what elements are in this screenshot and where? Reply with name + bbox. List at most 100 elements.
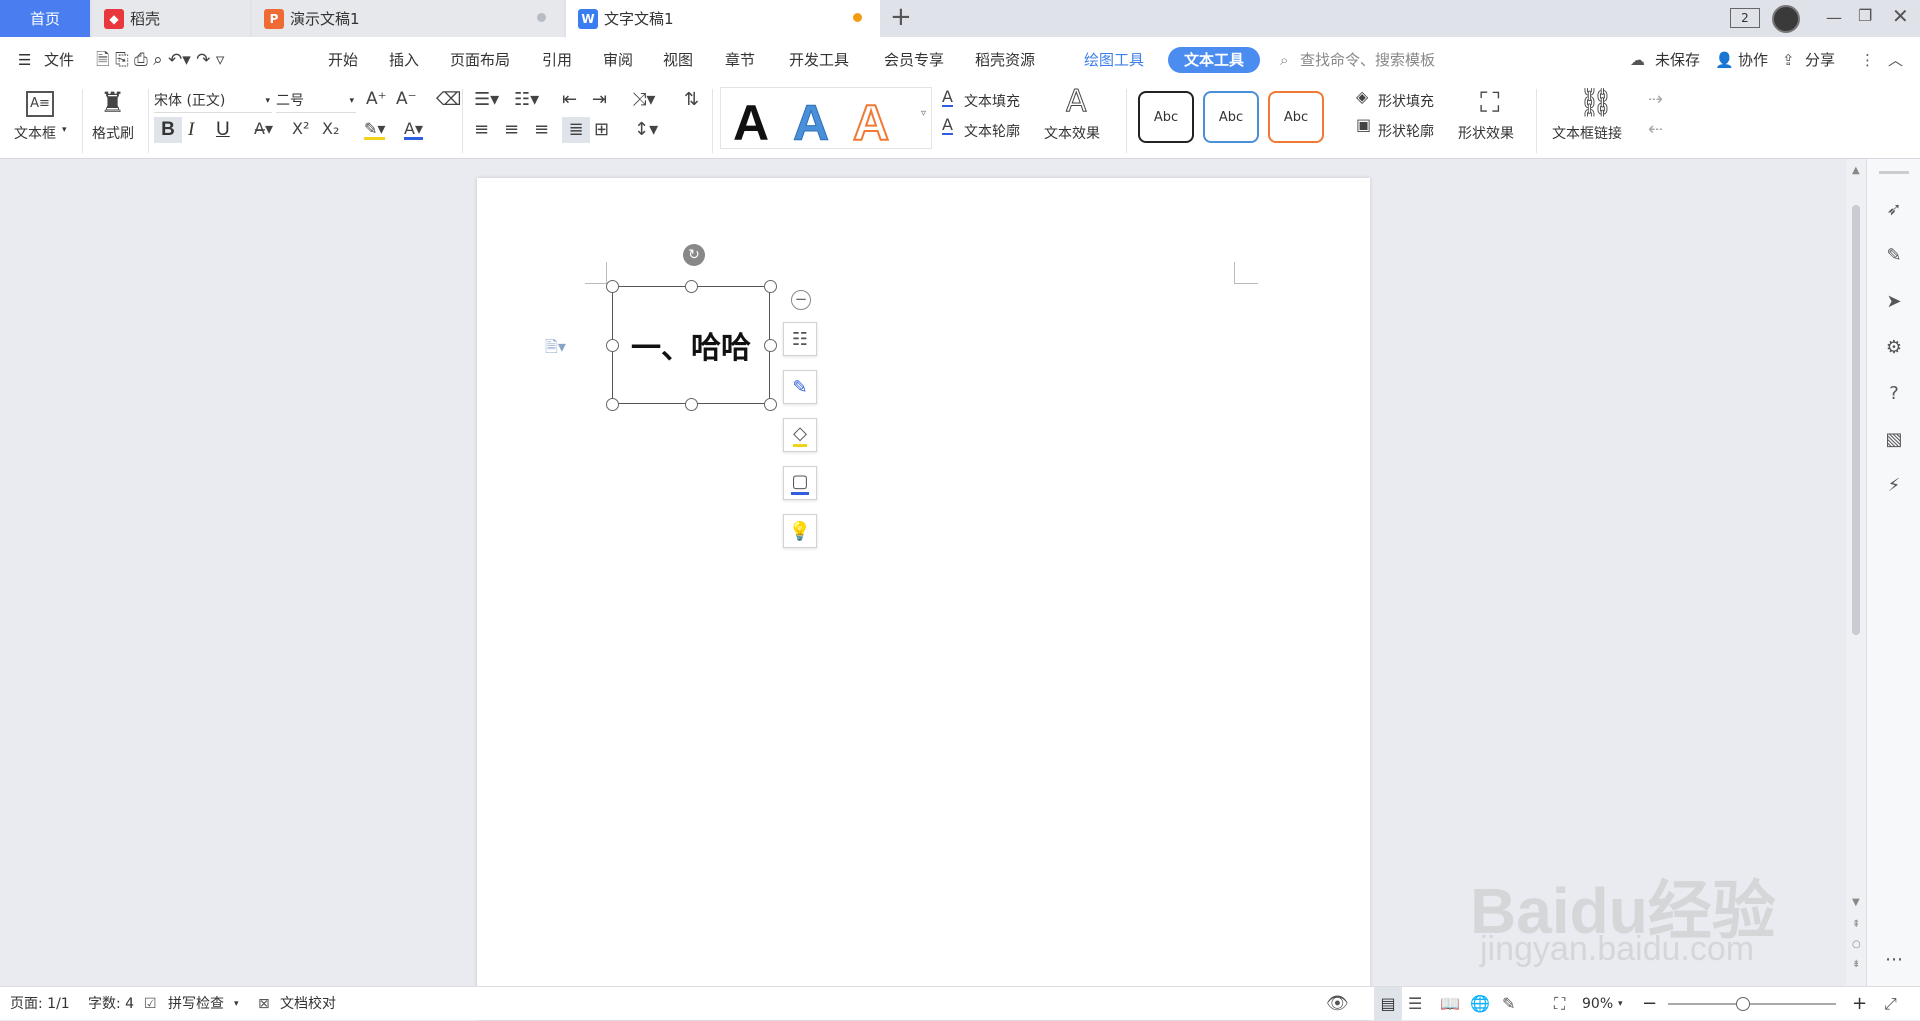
justify-icon[interactable]: ≣	[562, 117, 590, 143]
tab-daoke[interactable]: ◆ 稻壳	[92, 0, 250, 37]
unsaved-button[interactable]: 未保存	[1655, 37, 1700, 83]
menu-member[interactable]: 会员专享	[884, 37, 944, 83]
help-icon[interactable]: ?	[1883, 383, 1905, 405]
shape-outline-icon[interactable]: ▣	[1356, 117, 1371, 133]
menu-view[interactable]: 视图	[663, 37, 693, 83]
menu-layout[interactable]: 页面布局	[450, 37, 510, 83]
menu-file[interactable]: 文件	[44, 37, 74, 83]
shape-outline-button[interactable]: 形状轮廓	[1378, 121, 1434, 141]
close-icon[interactable]: ✕	[1892, 4, 1909, 28]
resize-handle[interactable]	[764, 280, 777, 293]
sort-icon[interactable]: ⇅	[684, 91, 699, 109]
align-center-icon[interactable]: ≡	[504, 121, 519, 139]
italic-button[interactable]: I	[188, 117, 208, 143]
chevron-down-icon[interactable]: ▾	[62, 125, 67, 135]
collapse-toolbar-icon[interactable]: −	[791, 290, 811, 310]
spell-check-button[interactable]: 拼写检查	[168, 987, 224, 1021]
cursor-icon[interactable]: ➤	[1883, 291, 1905, 313]
prev-page-icon[interactable]: ⇞	[1852, 919, 1860, 930]
page-view-icon[interactable]: ▤	[1374, 987, 1402, 1021]
reading-view-icon[interactable]: 📖	[1440, 987, 1460, 1021]
text-outline-icon[interactable]: A	[942, 117, 953, 135]
chevron-down-icon[interactable]: ▾	[1618, 987, 1623, 1021]
resize-handle[interactable]	[764, 398, 777, 411]
flash-icon[interactable]: ⚡	[1883, 475, 1905, 497]
menu-text-tools[interactable]: 文本工具	[1168, 47, 1260, 73]
outline-view-icon[interactable]: ☰	[1408, 987, 1422, 1021]
font-size-select[interactable]: 二号 ▾	[276, 89, 356, 113]
smart-button[interactable]: 💡	[783, 514, 817, 548]
eye-icon[interactable]: 👁	[1326, 987, 1349, 1021]
quick-access-icons[interactable]: 🗎 ⎘ ⎙ ⌕ ↶▾ ↷ ▿	[96, 37, 224, 83]
zoom-level[interactable]: 90%	[1582, 987, 1613, 1021]
hamburger-icon[interactable]: ☰	[18, 37, 31, 83]
page-indicator[interactable]: 页面: 1/1	[10, 987, 70, 1021]
bold-button[interactable]: B	[154, 117, 182, 143]
next-link-icon[interactable]: ⇢	[1648, 91, 1663, 109]
resize-handle[interactable]	[606, 398, 619, 411]
collaborate-button[interactable]: 协作	[1738, 37, 1768, 83]
clear-format-icon[interactable]: ⌫	[436, 91, 461, 109]
text-style-orange[interactable]: A	[852, 94, 890, 152]
underline-button[interactable]: U	[216, 117, 236, 143]
menu-review[interactable]: 审阅	[603, 37, 633, 83]
resize-handle[interactable]	[606, 339, 619, 352]
pen-icon[interactable]: ✎	[1883, 245, 1905, 267]
menu-devtools[interactable]: 开发工具	[789, 37, 849, 83]
decrease-indent-icon[interactable]: ⇤	[562, 91, 577, 109]
numbered-list-icon[interactable]: ☷▾	[514, 91, 539, 109]
vertical-scrollbar[interactable]: ▲ ▼ ⇞ ○ ⇟	[1846, 159, 1866, 986]
more-icon[interactable]: ⋮	[1860, 37, 1875, 83]
text-effect-button[interactable]: 文本效果	[1044, 123, 1100, 143]
prev-link-icon[interactable]: ⇠	[1648, 121, 1663, 139]
select-browse-icon[interactable]: ○	[1852, 939, 1861, 950]
bullet-list-icon[interactable]: ☰▾	[474, 91, 499, 109]
subscript-icon[interactable]: X₂	[322, 121, 339, 137]
tab-document[interactable]: W 文字文稿1	[566, 0, 880, 37]
superscript-icon[interactable]: X²	[292, 121, 309, 137]
outline-button[interactable]: ▢	[783, 466, 817, 500]
strikethrough-icon[interactable]: A̶▾	[254, 121, 273, 137]
text-fill-button[interactable]: 文本填充	[964, 91, 1020, 111]
textbox-icon[interactable]: A≡	[26, 91, 54, 117]
new-tab-button[interactable]: +	[890, 2, 912, 32]
scroll-up-icon[interactable]: ▲	[1852, 165, 1860, 176]
rocket-icon[interactable]: ➶	[1883, 199, 1905, 221]
resize-handle[interactable]	[606, 280, 619, 293]
line-spacing-icon[interactable]: ↕▾	[634, 121, 658, 139]
chevron-down-icon[interactable]: ▾	[234, 987, 239, 1021]
menu-drawing-tools[interactable]: 绘图工具	[1084, 37, 1144, 83]
gallery-more-icon[interactable]: ▿	[921, 108, 926, 119]
textbox-shape[interactable]: 一、哈哈	[612, 286, 770, 404]
next-page-icon[interactable]: ⇟	[1852, 959, 1860, 970]
fit-page-icon[interactable]: ⛶	[1554, 987, 1565, 1021]
menu-insert[interactable]: 插入	[389, 37, 419, 83]
scroll-down-icon[interactable]: ▼	[1852, 897, 1860, 908]
shape-style-black[interactable]: Abc	[1138, 91, 1194, 143]
shape-style-orange[interactable]: Abc	[1268, 91, 1324, 143]
text-effect-icon[interactable]: A	[1066, 86, 1088, 117]
font-color-icon[interactable]: A▾	[404, 121, 423, 140]
menu-reference[interactable]: 引用	[542, 37, 572, 83]
menu-resources[interactable]: 稻壳资源	[975, 37, 1035, 83]
highlight-icon[interactable]: ✎▾	[364, 121, 386, 140]
text-fill-icon[interactable]: A	[942, 89, 953, 107]
shape-fill-icon[interactable]: ◈	[1356, 89, 1368, 105]
tab-presentation[interactable]: P 演示文稿1	[252, 0, 564, 37]
resize-handle[interactable]	[764, 339, 777, 352]
zoom-in-icon[interactable]: +	[1852, 987, 1867, 1021]
zoom-slider-track[interactable]	[1668, 1003, 1836, 1005]
textbox-button[interactable]: 文本框	[14, 123, 56, 143]
grow-font-icon[interactable]: A⁺	[366, 91, 387, 108]
tab-home[interactable]: 首页	[0, 0, 90, 37]
minimize-icon[interactable]: —	[1826, 8, 1842, 27]
layout-options-button[interactable]: ☷	[783, 322, 817, 356]
align-left-icon[interactable]: ≡	[474, 121, 489, 139]
search-input[interactable]: 查找命令、搜索模板	[1300, 37, 1435, 83]
resize-handle[interactable]	[685, 280, 698, 293]
more-options-icon[interactable]: ⋯	[1883, 949, 1905, 971]
distribute-icon[interactable]: ⊞	[594, 121, 609, 139]
shrink-font-icon[interactable]: A⁻	[396, 91, 417, 108]
font-name-select[interactable]: 宋体 (正文) ▾	[154, 89, 272, 113]
collapse-ribbon-icon[interactable]: ︿	[1888, 37, 1903, 83]
